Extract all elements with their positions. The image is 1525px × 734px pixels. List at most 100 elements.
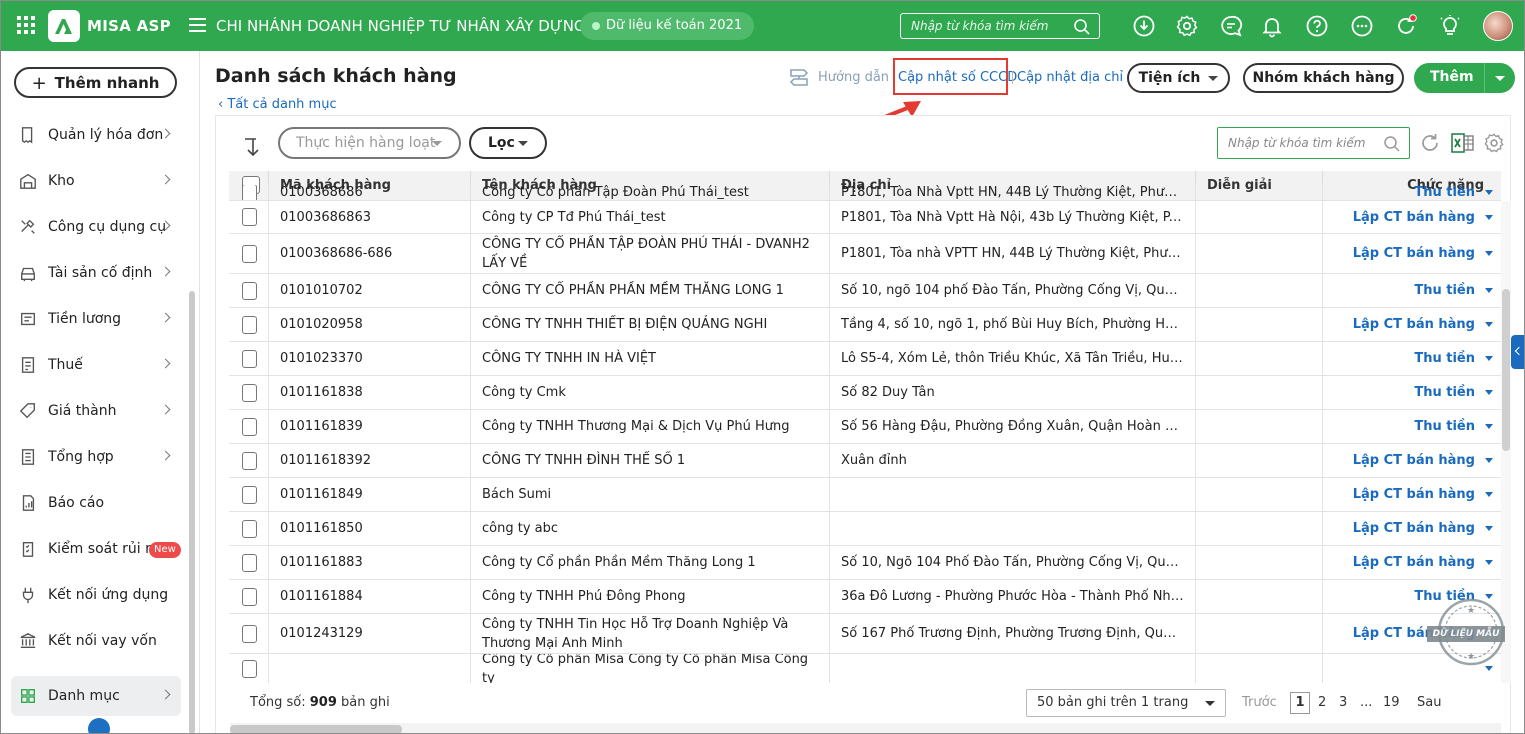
notification-bell-icon[interactable] — [1260, 14, 1284, 38]
sidebar-item-0[interactable]: Quản lý hóa đơn — [11, 115, 181, 155]
caret-down-icon[interactable] — [1495, 76, 1505, 81]
sidebar-item-6[interactable]: Giá thành — [11, 391, 181, 431]
caret-down-icon[interactable] — [1485, 356, 1493, 361]
row-action-button[interactable]: Lập CT bán hàng — [1353, 453, 1475, 468]
collapse-panel-tab[interactable] — [1511, 335, 1524, 369]
row-checkbox[interactable] — [242, 485, 257, 504]
row-checkbox[interactable] — [242, 417, 257, 436]
row-action-button[interactable]: Thu tiền — [1414, 419, 1475, 434]
row-checkbox[interactable] — [242, 659, 257, 678]
sidebar-item-12[interactable]: Danh mục — [11, 676, 181, 716]
user-avatar[interactable] — [1483, 11, 1513, 41]
caret-down-icon[interactable] — [1485, 560, 1493, 565]
row-checkbox[interactable] — [242, 185, 257, 200]
refresh-icon[interactable] — [1419, 132, 1441, 154]
next-page-button[interactable]: Sau — [1417, 695, 1441, 710]
row-action-button[interactable]: Thu tiền — [1414, 283, 1475, 298]
table-row[interactable]: 0101161839 Công ty TNHH Thương Mại & Dịch… — [229, 410, 1501, 444]
menu-icon[interactable] — [189, 18, 206, 32]
caret-down-icon[interactable] — [1485, 251, 1493, 256]
update-cccd-link[interactable]: Cập nhật số CCCD — [898, 70, 1017, 85]
table-row[interactable]: 0100368686 Công ty Cổ phần Tập Đoàn Phú T… — [229, 185, 1501, 201]
settings-gear-icon[interactable] — [1175, 14, 1199, 38]
excel-export-icon[interactable] — [1451, 132, 1475, 154]
more-icon[interactable] — [1350, 14, 1374, 38]
table-row[interactable]: 0101023370 CÔNG TY TNHH IN HÀ VIỆT Lô S5-4… — [229, 342, 1501, 376]
table-row[interactable]: 0101161850 công ty abc Lập CT bán hàng — [229, 512, 1501, 546]
table-row[interactable]: 0101161884 Công ty TNHH Phú Đông Phong 36a… — [229, 580, 1501, 614]
scrollbar-thumb[interactable] — [230, 725, 402, 733]
company-name[interactable]: CHI NHÁNH DOANH NGHIỆP TƯ NHÂN XÂY DỰNG … — [216, 17, 605, 35]
global-search-input[interactable] — [901, 14, 1066, 38]
row-checkbox[interactable] — [242, 315, 257, 334]
help-icon[interactable] — [1305, 14, 1329, 38]
sidebar-item-1[interactable]: Kho — [11, 161, 181, 201]
row-checkbox[interactable] — [242, 553, 257, 572]
caret-down-icon[interactable] — [1485, 458, 1493, 463]
table-row[interactable]: 0101010702 CÔNG TY CỔ PHẦN PHẦN MỀM THĂNG… — [229, 274, 1501, 308]
caret-down-icon[interactable] — [1485, 390, 1493, 395]
row-action-button[interactable]: Thu tiền — [1414, 351, 1475, 366]
page-2-button[interactable]: 2 — [1318, 695, 1326, 710]
global-search[interactable] — [900, 13, 1100, 39]
utilities-button[interactable]: Tiện ích — [1127, 63, 1230, 93]
table-row[interactable]: 0100368686-686 CÔNG TY CỔ PHẦN TẬP ĐOÀN P… — [229, 234, 1501, 274]
table-row[interactable]: 0101161838 Công ty Cmk Số 82 Duy Tân Thu ti… — [229, 376, 1501, 410]
row-action-button[interactable]: Lập CT bán hàng — [1353, 317, 1475, 332]
row-checkbox[interactable] — [242, 349, 257, 368]
row-action-button[interactable]: Lập CT bán hàng — [1353, 487, 1475, 502]
prev-page-button[interactable]: Trước — [1242, 695, 1277, 710]
chat-icon[interactable] — [1219, 14, 1243, 38]
sidebar-item-10[interactable]: Kết nối ứng dụng — [11, 575, 181, 615]
caret-down-icon[interactable] — [1485, 526, 1493, 531]
row-checkbox[interactable] — [242, 624, 257, 643]
table-search-input[interactable] — [1218, 128, 1378, 158]
scrollbar-thumb[interactable] — [1502, 289, 1510, 451]
row-checkbox[interactable] — [242, 383, 257, 402]
row-checkbox[interactable] — [242, 451, 257, 470]
page-19-button[interactable]: 19 — [1383, 695, 1400, 710]
table-row[interactable]: 0101020958 CÔNG TY TNHH THIẾT BỊ ĐIỆN QUẢ… — [229, 308, 1501, 342]
quick-add-button[interactable]: + Thêm nhanh — [14, 67, 177, 98]
customer-group-button[interactable]: Nhóm khách hàng — [1243, 63, 1404, 93]
row-checkbox[interactable] — [242, 281, 257, 300]
sidebar-item-7[interactable]: Tổng hợp — [11, 437, 181, 477]
row-checkbox[interactable] — [242, 208, 257, 226]
download-icon[interactable] — [1132, 14, 1156, 38]
add-button[interactable]: Thêm — [1414, 63, 1515, 93]
table-settings-gear-icon[interactable] — [1483, 132, 1505, 154]
app-grid-icon[interactable] — [17, 16, 35, 34]
table-row[interactable]: Công ty Cổ phần Misa Công ty Cổ phần Mis… — [229, 654, 1501, 683]
caret-down-icon[interactable] — [1485, 322, 1493, 327]
sidebar-item-8[interactable]: Báo cáo — [11, 483, 181, 523]
caret-down-icon[interactable] — [1485, 190, 1493, 195]
idea-icon[interactable] — [1438, 14, 1462, 38]
table-search[interactable] — [1217, 127, 1410, 159]
page-size-select[interactable]: 50 bản ghi trên 1 trang — [1026, 689, 1226, 717]
sidebar-item-3[interactable]: Tài sản cố định — [11, 253, 181, 293]
caret-down-icon[interactable] — [1485, 492, 1493, 497]
sidebar-item-5[interactable]: Thuế — [11, 345, 181, 385]
row-checkbox[interactable] — [242, 519, 257, 538]
table-row[interactable]: 0101161849 Bách Sumi Lập CT bán hàng — [229, 478, 1501, 512]
sidebar-item-2[interactable]: Công cụ dụng cụ — [11, 207, 181, 247]
table-row[interactable]: 01011618392 CÔNG TY TNHH ĐÌNH THẾ SỐ 1 Xuâ… — [229, 444, 1501, 478]
sidebar-item-4[interactable]: Tiền lương — [11, 299, 181, 339]
row-action-button[interactable]: Lập CT bán hàng — [1353, 521, 1475, 536]
caret-down-icon[interactable] — [1485, 424, 1493, 429]
sidebar-scrollbar[interactable] — [189, 291, 195, 733]
table-row[interactable]: 01003686863 Công ty CP Tđ Phú Thái_test P1… — [229, 201, 1501, 234]
update-address-link[interactable]: Cập nhật địa chỉ — [1017, 70, 1123, 85]
row-action-button[interactable]: Lập CT bán hàng — [1353, 210, 1475, 225]
back-link[interactable]: ‹ Tất cả danh mục — [218, 97, 337, 112]
horizontal-scrollbar[interactable] — [230, 723, 1501, 733]
search-icon[interactable] — [1383, 135, 1401, 153]
sort-icon[interactable] — [243, 137, 263, 157]
bulk-action-dropdown[interactable]: Thực hiện hàng loạt — [278, 127, 461, 159]
row-checkbox[interactable] — [242, 587, 257, 606]
sync-icon[interactable] — [1394, 14, 1418, 38]
scroll-up-icon[interactable] — [88, 718, 110, 733]
search-icon[interactable] — [1073, 18, 1091, 36]
sidebar-item-11[interactable]: Kết nối vay vốn — [11, 621, 181, 661]
page-1-button[interactable]: 1 — [1290, 692, 1310, 714]
